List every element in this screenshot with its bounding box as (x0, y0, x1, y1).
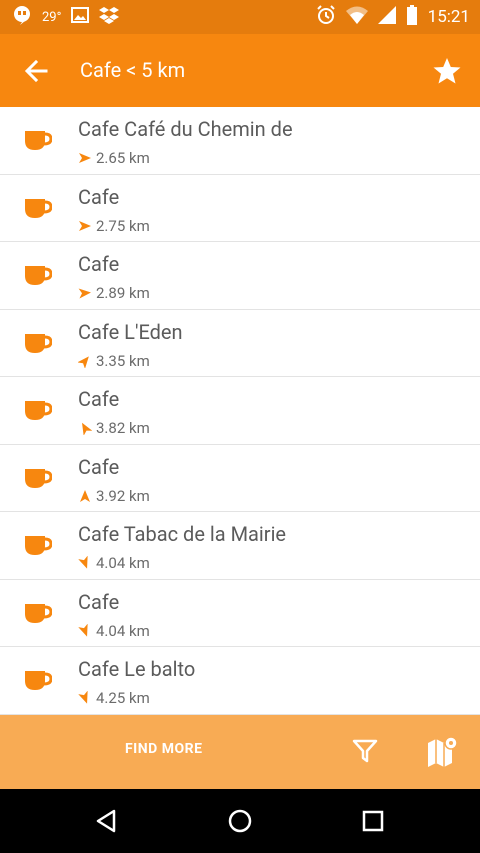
back-triangle-icon[interactable] (94, 808, 120, 834)
direction-arrow-icon (78, 219, 92, 233)
place-name: Cafe (78, 252, 120, 276)
distance-text: 4.04 km (96, 621, 150, 640)
distance-text: 3.92 km (96, 486, 150, 505)
distance-text: 2.89 km (96, 284, 150, 302)
direction-arrow-icon (78, 489, 92, 503)
list-item[interactable]: Cafe L'Eden 3.35 km (0, 310, 480, 377)
alarm-icon (316, 5, 336, 29)
distance-text: 4.25 km (96, 689, 150, 707)
find-more-button[interactable]: FIND MORE (125, 741, 203, 757)
distance-label: 2.89 km (78, 284, 150, 302)
status-bar: 29° 15:21 (0, 0, 480, 34)
direction-arrow-icon (78, 555, 92, 570)
place-name: Cafe Café du Chemin de (78, 117, 293, 141)
page-title: Cafe < 5 km (80, 58, 186, 82)
app-bar: Cafe < 5 km (0, 34, 480, 107)
place-name: Cafe Tabac de la Mairie (78, 522, 287, 546)
battery-icon (406, 5, 418, 29)
distance-label: 4.04 km (78, 554, 150, 572)
distance-text: 3.35 km (96, 351, 150, 370)
coffee-cup-icon (24, 264, 53, 286)
status-right: 15:21 (316, 0, 470, 34)
direction-arrow-icon (78, 690, 92, 705)
distance-label: 3.82 km (78, 419, 150, 437)
place-list: Cafe Café du Chemin de 2.65 km Cafe 2.75 km… (0, 107, 480, 715)
list-item[interactable]: Cafe 3.92 km (0, 445, 480, 512)
system-nav-bar (0, 789, 480, 853)
image-icon (71, 7, 90, 27)
temperature-text: 29° (42, 9, 62, 25)
direction-arrow-icon (78, 623, 92, 638)
distance-label: 3.92 km (78, 487, 150, 505)
list-item[interactable]: Cafe 3.82 km (0, 377, 480, 445)
distance-label: 2.75 km (78, 217, 150, 235)
list-item[interactable]: Cafe 2.89 km (0, 242, 480, 310)
home-circle-icon[interactable] (227, 808, 253, 834)
distance-text: 4.04 km (96, 554, 150, 572)
place-name: Cafe (78, 184, 120, 209)
direction-arrow-icon (78, 151, 92, 165)
list-item[interactable]: Cafe 2.75 km (0, 175, 480, 242)
direction-arrow-icon (78, 286, 92, 300)
distance-text: 2.75 km (96, 216, 150, 235)
map-icon[interactable] (426, 735, 458, 767)
distance-text: 2.65 km (96, 149, 150, 167)
dropbox-icon (99, 6, 120, 28)
coffee-cup-icon (24, 669, 53, 691)
coffee-cup-icon (24, 399, 53, 421)
hangouts-icon (12, 5, 32, 29)
list-item[interactable]: Cafe Le balto 4.25 km (0, 647, 480, 715)
place-name: Cafe (78, 387, 120, 411)
place-name: Cafe (78, 454, 120, 479)
distance-label: 3.35 km (77, 351, 150, 370)
filter-icon[interactable] (351, 737, 379, 765)
direction-arrow-icon (78, 421, 93, 436)
coffee-cup-icon (24, 467, 53, 489)
star-icon[interactable] (432, 56, 462, 86)
clock-text: 15:21 (427, 7, 470, 27)
direction-arrow-icon (77, 354, 92, 369)
coffee-cup-icon (24, 129, 53, 151)
distance-text: 3.82 km (96, 419, 150, 437)
place-name: Cafe Le balto (78, 657, 196, 681)
distance-label: 4.04 km (78, 622, 150, 640)
place-name: Cafe L'Eden (78, 319, 183, 344)
bottom-action-bar: FIND MORE (0, 715, 480, 789)
status-left: 29° (12, 0, 120, 34)
distance-label: 2.65 km (78, 149, 150, 167)
back-arrow-icon[interactable] (22, 56, 52, 86)
distance-label: 4.25 km (78, 689, 150, 707)
coffee-cup-icon (24, 534, 53, 556)
signal-icon (377, 6, 396, 28)
wifi-icon (345, 6, 368, 28)
list-item[interactable]: Cafe 4.04 km (0, 580, 480, 647)
place-name: Cafe (78, 589, 120, 614)
list-item[interactable]: Cafe Tabac de la Mairie 4.04 km (0, 512, 480, 580)
coffee-cup-icon (24, 602, 53, 624)
coffee-cup-icon (24, 332, 53, 354)
recents-square-icon[interactable] (360, 808, 386, 834)
coffee-cup-icon (24, 197, 53, 219)
list-item[interactable]: Cafe Café du Chemin de 2.65 km (0, 107, 480, 175)
